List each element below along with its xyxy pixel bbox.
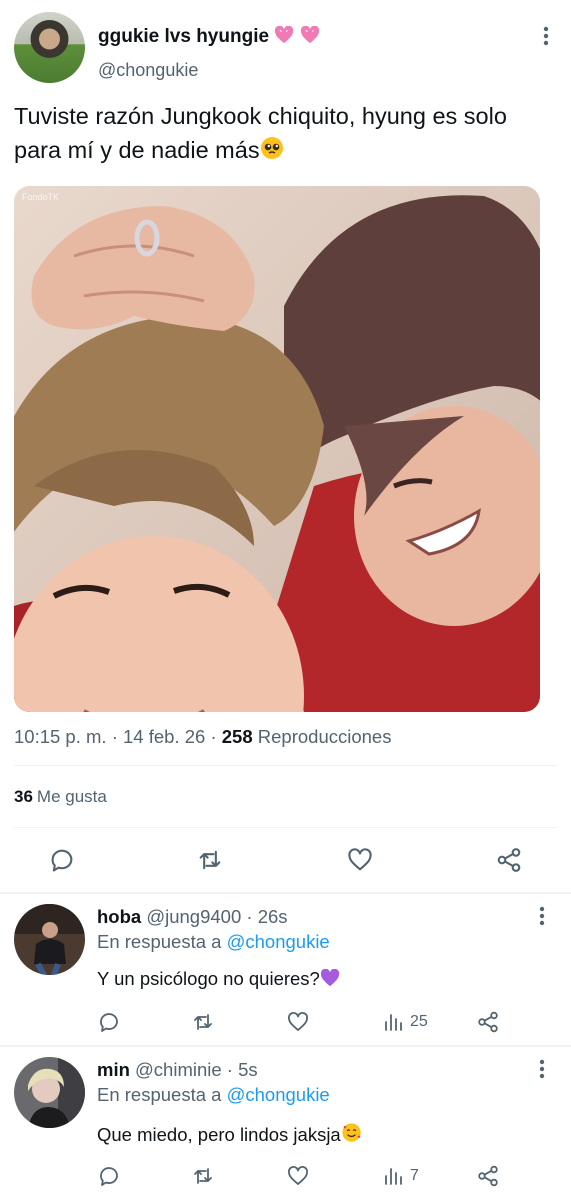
like-icon[interactable]	[286, 1164, 310, 1188]
like-icon[interactable]	[346, 846, 374, 874]
tweet-meta: 10:15 p. m. · 14 feb. 26 · 258 Reproducc…	[14, 726, 392, 747]
more-options-icon[interactable]	[543, 26, 549, 46]
tweet-photo[interactable]: FondoTK	[14, 186, 540, 712]
divider	[14, 827, 557, 828]
reply-icon[interactable]	[48, 846, 76, 874]
more-options-icon[interactable]	[539, 1059, 545, 1079]
share-icon[interactable]	[495, 846, 523, 874]
reply-author[interactable]: hoba @jung9400 · 26s	[97, 906, 288, 928]
tweet-date[interactable]: 14 feb. 26	[123, 726, 205, 747]
tweet-time[interactable]: 10:15 p. m.	[14, 726, 107, 747]
photo-watermark: FondoTK	[22, 192, 60, 202]
reply-time: 5s	[238, 1059, 258, 1080]
likes-count: 36	[14, 787, 33, 806]
views-count: 7	[410, 1167, 419, 1184]
tweet-action-bar	[0, 843, 571, 877]
views-icon[interactable]	[381, 1164, 405, 1188]
pleading-face-emoji	[260, 137, 283, 159]
likes-summary[interactable]: 36 Me gusta	[14, 787, 107, 807]
pink-heart-emoji	[275, 26, 294, 44]
views-count: 258	[221, 726, 253, 747]
like-icon[interactable]	[286, 1010, 310, 1034]
author-handle[interactable]: @chongukie	[98, 60, 198, 81]
avatar[interactable]	[14, 904, 85, 975]
reply-icon[interactable]	[97, 1010, 121, 1034]
avatar[interactable]	[14, 1057, 85, 1128]
reply-handle: @jung9400	[146, 906, 242, 927]
views-count: 25	[410, 1013, 428, 1030]
views-label: Reproducciones	[257, 726, 392, 747]
reply-context: En respuesta a @chongukie	[97, 931, 330, 952]
reply-icon[interactable]	[97, 1164, 121, 1188]
purple-heart-emoji	[320, 969, 339, 987]
share-icon[interactable]	[476, 1010, 500, 1034]
smiling-face-with-hearts-emoji	[342, 1123, 361, 1142]
likes-label: Me gusta	[36, 787, 107, 806]
retweet-icon[interactable]	[191, 1164, 215, 1188]
mention-link[interactable]: @chongukie	[227, 931, 330, 952]
reply-handle: @chiminie	[135, 1059, 222, 1080]
author-avatar[interactable]	[14, 12, 85, 83]
photo-illustration	[14, 186, 540, 712]
divider	[14, 765, 557, 766]
reply-text: Y un psicólogo no quieres?	[97, 968, 340, 990]
reply-item[interactable]: hoba @jung9400 · 26s En respuesta a @cho…	[0, 894, 571, 1044]
share-icon[interactable]	[476, 1164, 500, 1188]
tweet-text: Tuviste razón Jungkook chiquito, hyung e…	[14, 103, 507, 163]
retweet-icon[interactable]	[196, 846, 224, 874]
reply-item[interactable]: min @chiminie · 5s En respuesta a @chong…	[0, 1047, 571, 1200]
reply-time: 26s	[257, 906, 288, 927]
more-options-icon[interactable]	[539, 906, 545, 926]
reply-text: Que miedo, pero lindos jaksja	[97, 1122, 362, 1146]
reply-context: En respuesta a @chongukie	[97, 1084, 330, 1105]
retweet-icon[interactable]	[191, 1010, 215, 1034]
reply-author[interactable]: min @chiminie · 5s	[97, 1059, 258, 1081]
mention-link[interactable]: @chongukie	[227, 1084, 330, 1105]
author-display-name[interactable]: ggukie lvs hyungie	[98, 26, 320, 48]
views-icon[interactable]	[381, 1010, 405, 1034]
pink-heart-emoji	[300, 26, 319, 44]
tweet-header: ggukie lvs hyungie @chongukie	[14, 12, 559, 86]
